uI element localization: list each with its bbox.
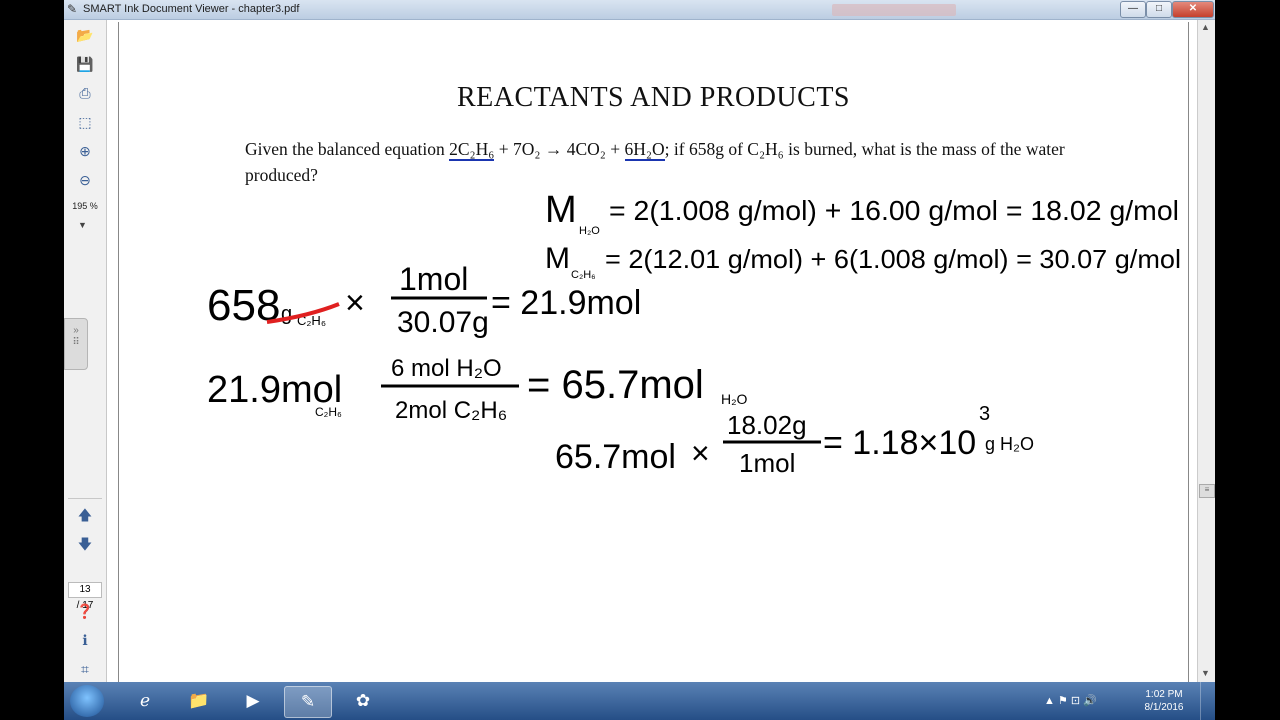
fit-page-icon[interactable]: ⌗ [74, 658, 96, 680]
zoom-dropdown-icon[interactable]: ▼ [78, 220, 87, 230]
desktop-screen: ✎ SMART Ink Document Viewer - chapter3.p… [64, 0, 1215, 720]
next-page-icon[interactable]: 🡇 [74, 533, 96, 555]
blurred-overlay [832, 4, 956, 16]
toolbar-divider [68, 498, 102, 499]
ink-m2: M [545, 242, 570, 275]
vertical-scrollbar[interactable]: ▲ ≡ ▼ [1197, 20, 1215, 682]
scroll-down-icon[interactable]: ▼ [1201, 668, 1210, 678]
left-toolbar: 📂 💾 ⎙ ⬚ ⊕ ⊖ 195 % ▼ » ⠿ 🡅 🡇 13 / 17 ❓ ℹ ⌗ [64, 20, 107, 682]
ink-step3-times: × [691, 435, 710, 471]
ink-m2-sub: C₂H₆ [571, 269, 596, 281]
ink-step3-den: 1mol [739, 448, 795, 478]
ink-step1-num: 1mol [399, 261, 468, 297]
maximize-button[interactable]: □ [1146, 1, 1172, 18]
ink-line-molar-mass-water: M H₂O = 2(1.008 g/mol) + 16.00 g/mol = 1… [545, 189, 1179, 237]
ink-step3-qty: 65.7mol [555, 438, 676, 476]
smart-notebook-icon[interactable]: ✿ [340, 686, 386, 716]
ink-step3-res: = 1.18×10 [823, 424, 976, 462]
ink-step2-den: 2mol C₂H₆ [395, 397, 507, 424]
explorer-folder-icon[interactable]: 📁 [176, 686, 222, 716]
title-bar: ✎ SMART Ink Document Viewer - chapter3.p… [64, 0, 1215, 20]
save-icon[interactable]: 💾 [74, 53, 96, 75]
page-number-input[interactable]: 13 [68, 582, 102, 598]
smart-ink-app-icon[interactable]: ✎ [284, 686, 332, 718]
ink-step3-exp: 3 [979, 403, 990, 425]
show-desktop-button[interactable] [1200, 682, 1215, 720]
previous-page-icon[interactable]: 🡅 [74, 504, 96, 526]
info-icon[interactable]: ℹ [74, 629, 96, 651]
zoom-in-icon[interactable]: ⊕ [74, 140, 96, 162]
ink-step3: 65.7mol × 18.02g 1mol = 1.18×10 3 g H₂O [555, 403, 1034, 478]
ink-step1-times: × [345, 284, 365, 322]
app-pen-icon: ✎ [67, 2, 78, 16]
window-title: SMART Ink Document Viewer - chapter3.pdf [83, 3, 300, 15]
clock-date: 8/1/2016 [1144, 702, 1184, 713]
panel-grab-handle[interactable]: » ⠿ [64, 318, 88, 370]
print-icon[interactable]: ⎙ [74, 82, 96, 104]
taskbar-clock[interactable]: 1:02 PM 8/1/2016 [1142, 688, 1186, 714]
ink-m1-sub: H₂O [579, 225, 600, 237]
ink-line1: = 2(1.008 g/mol) + 16.00 g/mol = 18.02 g… [609, 195, 1179, 226]
ink-step1-res: = 21.9mol [491, 284, 641, 322]
ink-step2-num: 6 mol H₂O [391, 355, 502, 382]
document-page: REACTANTS AND PRODUCTS Given the balance… [118, 22, 1189, 682]
scroll-up-icon[interactable]: ▲ [1201, 22, 1210, 32]
ink-step2-res: = 65.7mol [527, 363, 704, 407]
minimize-button[interactable]: — [1120, 1, 1146, 18]
ie-icon[interactable]: ℯ [122, 686, 168, 716]
ink-annotations: M H₂O = 2(1.008 g/mol) + 16.00 g/mol = 1… [207, 189, 1181, 478]
ink-step2-sub: C₂H₆ [315, 405, 342, 419]
system-tray-icons[interactable]: ▲ ⚑ ⊡ 🔊 [1044, 694, 1097, 707]
media-player-icon[interactable]: ▶ [230, 686, 276, 716]
ink-step2-res-sub: H₂O [721, 391, 748, 407]
ink-line2: = 2(12.01 g/mol) + 6(1.008 g/mol) = 30.0… [605, 244, 1181, 274]
ink-step3-unit: g H₂O [985, 434, 1034, 454]
ink-step1-den: 30.07g [397, 306, 489, 339]
start-button[interactable] [70, 685, 104, 717]
ink-step3-num: 18.02g [727, 410, 807, 440]
ink-m1: M [545, 189, 577, 231]
scrollbar-thumb[interactable]: ≡ [1199, 484, 1215, 498]
ink-step2: 21.9mol C₂H₆ 6 mol H₂O 2mol C₂H₆ = 65.7m… [207, 355, 748, 424]
zoom-out-icon[interactable]: ⊖ [74, 169, 96, 191]
ink-step1-unit: g [281, 303, 292, 325]
zoom-level[interactable]: 195 % [66, 201, 104, 211]
close-button[interactable]: ✕ [1172, 1, 1214, 18]
clock-time: 1:02 PM [1145, 689, 1183, 700]
select-area-icon[interactable]: ⬚ [74, 111, 96, 133]
open-folder-icon[interactable]: 📂 [74, 24, 96, 46]
ink-line-molar-mass-ethane: M C₂H₆ = 2(12.01 g/mol) + 6(1.008 g/mol)… [545, 242, 1181, 281]
taskbar: ℯ 📁 ▶ ✎ ✿ ▲ ⚑ ⊡ 🔊 1:02 PM 8/1/2016 [64, 682, 1215, 720]
help-icon[interactable]: ❓ [74, 600, 96, 622]
